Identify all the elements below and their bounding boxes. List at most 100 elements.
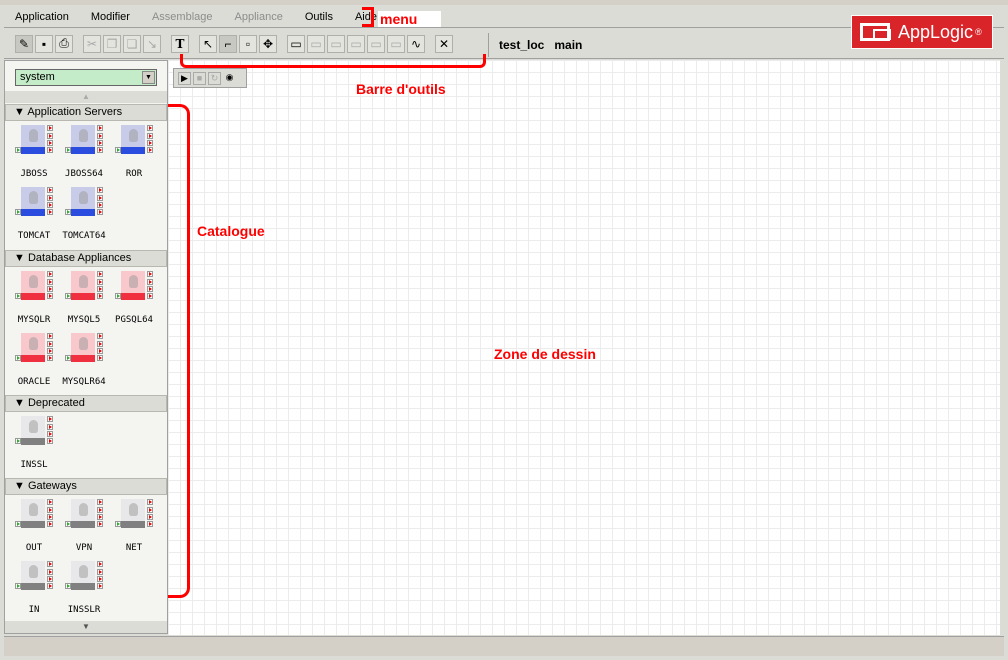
catalog-item-label: JBOSS64 xyxy=(65,169,103,179)
annotation-toolbar: Barre d'outils xyxy=(356,81,446,97)
catalog-item-label: MYSQL5 xyxy=(67,315,101,325)
catalog-item[interactable]: NET xyxy=(109,497,159,559)
catalog-item[interactable]: INSSL xyxy=(9,414,59,476)
catalog-item[interactable]: MYSQL5 xyxy=(59,269,109,331)
appliance-icon xyxy=(115,271,153,305)
catalog-item-label: TOMCAT xyxy=(17,231,51,241)
move-to-folder-icon[interactable]: ↘ xyxy=(143,34,161,53)
appliance-icon xyxy=(15,499,53,533)
catalog-item[interactable]: ROR xyxy=(109,123,159,185)
new-window-icon[interactable]: ▭ xyxy=(387,34,405,53)
logo-registered: ® xyxy=(975,27,982,37)
appliance-icon xyxy=(65,499,103,533)
save-icon[interactable]: ▪ xyxy=(35,34,53,53)
appliance-icon xyxy=(65,125,103,159)
menu-assemblage[interactable]: Assemblage xyxy=(141,11,224,23)
menu-modifier[interactable]: Modifier xyxy=(80,11,141,23)
restart-icon[interactable]: ↻ xyxy=(208,71,221,85)
logo-mark-icon xyxy=(860,23,891,41)
catalog-item[interactable]: IN xyxy=(9,559,59,621)
align-icon[interactable]: ▫ xyxy=(239,34,257,53)
catalog-item[interactable]: OUT xyxy=(9,497,59,559)
appliance-icon xyxy=(115,499,153,533)
catalog-item-label: IN xyxy=(28,605,40,615)
logo-text: AppLogic xyxy=(898,21,974,42)
category-header[interactable]: ▼ Deprecated xyxy=(5,395,167,412)
select-pointer-icon[interactable]: ↖ xyxy=(199,34,217,53)
catalog-select[interactable]: system ▼ xyxy=(15,69,157,86)
catalog-item-label: TOMCAT64 xyxy=(62,231,106,241)
paste-icon[interactable]: ❏ xyxy=(123,34,141,53)
cursor-window-icon[interactable]: ▭ xyxy=(367,34,385,53)
lock-window-icon[interactable]: ▭ xyxy=(307,34,325,53)
menu-application[interactable]: Application xyxy=(4,11,80,23)
appliance-icon xyxy=(15,561,53,595)
catalog-item[interactable]: PGSQL64 xyxy=(109,269,159,331)
close-icon[interactable]: ✕ xyxy=(435,34,453,53)
appliance-icon xyxy=(15,416,53,450)
category-title: Database Appliances xyxy=(27,252,132,264)
status-bar xyxy=(4,636,1004,656)
appliance-icon xyxy=(15,333,53,367)
catalog-item-label: PGSQL64 xyxy=(115,315,153,325)
catalog-item-label: MYSQLR xyxy=(17,315,51,325)
chevron-down-icon[interactable]: ▼ xyxy=(142,71,155,84)
print-icon[interactable]: ⎙ xyxy=(55,34,73,53)
catalog-item[interactable]: JBOSS xyxy=(9,123,59,185)
annotation-menu: menu xyxy=(378,11,442,27)
text-tool-icon[interactable]: T xyxy=(171,34,189,53)
catalog-item[interactable]: TOMCAT xyxy=(9,185,59,247)
catalog-item[interactable]: JBOSS64 xyxy=(59,123,109,185)
pan-move-icon[interactable]: ✥ xyxy=(259,34,277,53)
catalog-category: ▼ Application Servers JBOSS JBOSS64 ROR TOMC… xyxy=(5,104,167,247)
appliance-icon xyxy=(65,187,103,221)
appliance-icon xyxy=(65,271,103,305)
stop-icon[interactable]: ■ xyxy=(193,71,206,85)
catalog-panel: system ▼ ▲ ▼ Application Servers JBOSS JBOS… xyxy=(4,60,168,634)
annotation-bracket-toolbar xyxy=(180,54,486,68)
catalog-item[interactable]: MYSQLR64 xyxy=(59,331,109,393)
category-header[interactable]: ▼ Gateways xyxy=(5,478,167,495)
graph-window-icon[interactable]: ▭ xyxy=(327,34,345,53)
catalog-item-label: INSSL xyxy=(20,460,48,470)
appliance-icon xyxy=(15,125,53,159)
catalog-item[interactable]: INSSLR xyxy=(59,559,109,621)
window-icon[interactable]: ▭ xyxy=(287,34,305,53)
catalog-item[interactable]: MYSQLR xyxy=(9,269,59,331)
assembly-name: main xyxy=(554,38,583,52)
context-path: test_loc main xyxy=(488,33,582,57)
scroll-down-button[interactable]: ▼ xyxy=(5,621,167,633)
appliance-icon xyxy=(65,333,103,367)
menu-outils[interactable]: Outils xyxy=(294,11,344,23)
category-title: Deprecated xyxy=(27,397,85,409)
catalog-category: ▼ Deprecated INSSL xyxy=(5,395,167,476)
catalog-item[interactable]: TOMCAT64 xyxy=(59,185,109,247)
annotation-catalog: Catalogue xyxy=(197,223,265,239)
appliance-icon xyxy=(15,187,53,221)
catalog-category: ▼ Database Appliances MYSQLR MYSQL5 PGSQL64… xyxy=(5,250,167,393)
menu-appliance[interactable]: Appliance xyxy=(224,11,294,23)
appliance-icon xyxy=(65,561,103,595)
edit-pencil-icon[interactable]: ✎ xyxy=(15,34,33,53)
appliance-icon xyxy=(15,271,53,305)
annotation-bracket-menu xyxy=(362,7,374,27)
catalog-item[interactable]: ORACLE xyxy=(9,331,59,393)
category-header[interactable]: ▼ Application Servers xyxy=(5,104,167,121)
catalog-category: ▼ Gateways OUT VPN NET IN INSSLR xyxy=(5,478,167,621)
catalog-item[interactable]: VPN xyxy=(59,497,109,559)
catalog-item-label: JBOSS xyxy=(20,169,48,179)
catalog-item-label: ORACLE xyxy=(17,377,51,387)
applogic-logo: AppLogic ® xyxy=(851,15,993,49)
cut-icon[interactable]: ✂ xyxy=(83,34,101,53)
run-controls: ▶ ■ ↻ ◉ xyxy=(173,68,247,88)
category-header[interactable]: ▼ Database Appliances xyxy=(5,250,167,267)
keyboard-window-icon[interactable]: ▭ xyxy=(347,34,365,53)
scroll-up-button[interactable]: ▲ xyxy=(5,91,167,103)
annotation-canvas: Zone de dessin xyxy=(494,346,596,362)
catalog-item-label: NET xyxy=(125,543,143,553)
monitor-icon[interactable]: ∿ xyxy=(407,34,425,53)
play-icon[interactable]: ▶ xyxy=(178,71,191,85)
record-icon[interactable]: ◉ xyxy=(223,72,236,85)
connect-icon[interactable]: ⌐ xyxy=(219,34,237,53)
copy-icon[interactable]: ❐ xyxy=(103,34,121,53)
